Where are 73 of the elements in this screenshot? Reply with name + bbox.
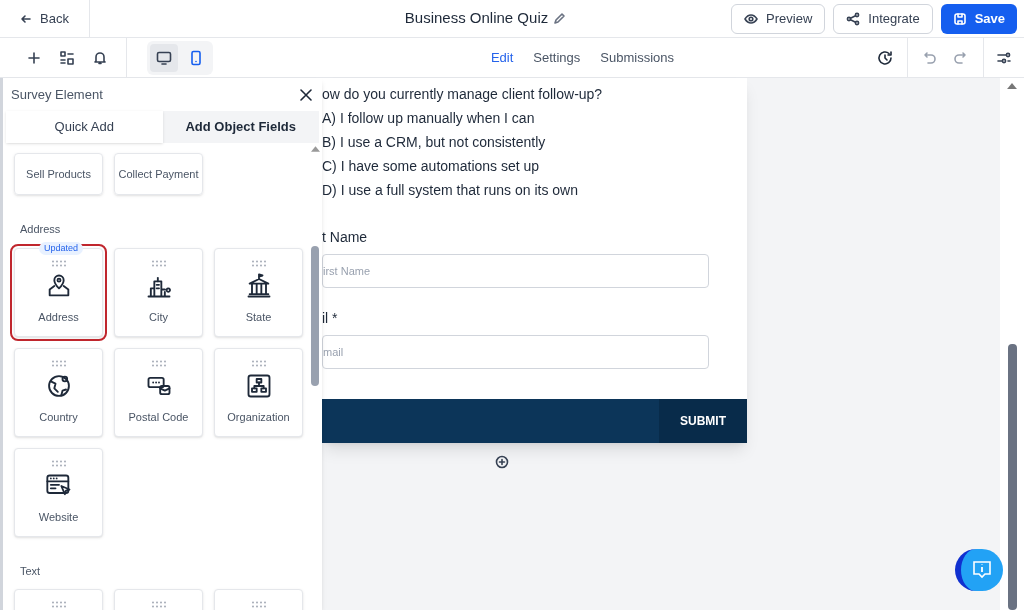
section-heading: Address bbox=[20, 222, 62, 237]
field-label: il * bbox=[322, 309, 339, 328]
answer-option[interactable]: D) I use a full system that runs on its own bbox=[322, 178, 747, 202]
card-label: Organization bbox=[227, 409, 290, 425]
save-button[interactable]: Save bbox=[940, 3, 1017, 34]
close-button[interactable] bbox=[298, 86, 314, 103]
panel-tab[interactable]: Quick Add bbox=[6, 111, 163, 143]
field-label: t Name bbox=[322, 228, 369, 247]
plus-icon bbox=[28, 51, 40, 64]
scroll-up-arrow-icon bbox=[1007, 83, 1017, 89]
drag-handle-icon bbox=[50, 459, 67, 467]
drag-handle-icon bbox=[250, 601, 267, 608]
element-card[interactable]: Organization bbox=[214, 347, 303, 437]
section-heading: Text bbox=[20, 563, 42, 579]
back-button[interactable]: Back bbox=[0, 0, 90, 37]
drag-handle-icon bbox=[250, 259, 267, 267]
element-card[interactable]: City bbox=[114, 247, 203, 337]
drag-handle-icon bbox=[150, 259, 167, 267]
pencil-icon bbox=[552, 11, 567, 26]
updated-badge: Updated bbox=[39, 241, 84, 255]
card-label: Country bbox=[39, 409, 78, 425]
element-card[interactable]: Country bbox=[14, 347, 103, 437]
editor-tab[interactable]: Settings bbox=[533, 47, 581, 68]
card-label: State bbox=[245, 309, 272, 325]
chat-button[interactable] bbox=[955, 549, 1003, 591]
card-label: Website bbox=[38, 509, 79, 525]
scroll-up-arrow-icon bbox=[310, 146, 320, 152]
add-circle-icon bbox=[495, 455, 509, 469]
drag-handle-icon bbox=[150, 601, 167, 608]
back-arrow-icon bbox=[20, 12, 32, 25]
phone-icon bbox=[188, 49, 204, 66]
desktop-view-button[interactable] bbox=[150, 43, 178, 72]
answer-option[interactable]: B) I use a CRM, but not consistently bbox=[322, 130, 747, 154]
bell-icon bbox=[94, 50, 106, 65]
sliders-icon bbox=[997, 50, 1011, 65]
question-text: ow do you currently manage client follow-up? bbox=[322, 85, 604, 104]
save-icon bbox=[952, 11, 967, 26]
chat-info-icon bbox=[971, 559, 993, 581]
element-card[interactable]: State bbox=[214, 247, 303, 337]
redo-icon bbox=[953, 50, 967, 65]
integrate-button[interactable]: Integrate bbox=[833, 3, 933, 34]
card-label: Postal Code bbox=[128, 409, 189, 425]
drag-handle-icon bbox=[50, 359, 67, 367]
answer-option[interactable]: C) I have some automations set up bbox=[322, 154, 747, 178]
close-icon bbox=[300, 88, 312, 101]
drag-handle-icon bbox=[50, 601, 67, 608]
panel-title: Survey Element bbox=[11, 85, 103, 104]
monitor-icon bbox=[156, 49, 172, 66]
card-label: City bbox=[149, 309, 168, 325]
drag-handle-icon bbox=[250, 359, 267, 367]
text-field[interactable]: mail bbox=[322, 335, 709, 369]
scrollbar-thumb[interactable] bbox=[311, 246, 319, 386]
panel-tab[interactable]: Add Object Fields bbox=[162, 111, 319, 143]
share-icon bbox=[846, 11, 861, 26]
layers-icon bbox=[60, 50, 74, 65]
answer-option[interactable]: A) I follow up manually when I can bbox=[322, 106, 747, 130]
card-label: Address bbox=[38, 309, 79, 325]
eye-icon bbox=[744, 11, 759, 26]
editor-tab[interactable]: Edit bbox=[490, 47, 514, 68]
preview-button[interactable]: Preview bbox=[731, 3, 826, 34]
element-card[interactable]: Postal Code bbox=[114, 347, 203, 437]
scrollbar-thumb[interactable] bbox=[1007, 343, 1017, 610]
undo-icon bbox=[923, 50, 937, 65]
drag-handle-icon bbox=[50, 259, 67, 267]
form-title: Business Online Quiz bbox=[404, 8, 549, 29]
text-field[interactable]: irst Name bbox=[322, 254, 709, 288]
history-icon bbox=[876, 49, 893, 66]
drag-handle-icon bbox=[150, 359, 167, 367]
element-card[interactable]: Sell Products bbox=[14, 153, 103, 195]
submit-button[interactable]: SUBMIT bbox=[659, 399, 747, 443]
element-card[interactable]: Collect Payment bbox=[114, 153, 203, 195]
editor-tab[interactable]: Submissions bbox=[600, 47, 675, 68]
element-card[interactable]: Website bbox=[14, 447, 103, 537]
